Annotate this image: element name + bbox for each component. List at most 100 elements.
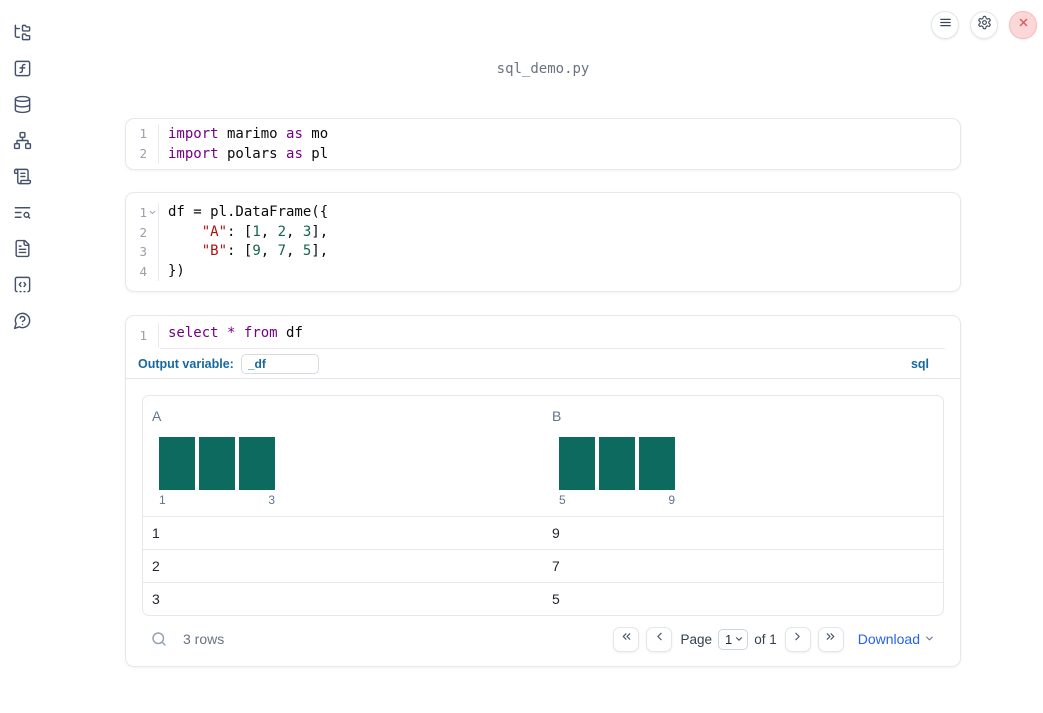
prev-page-button[interactable]	[646, 626, 673, 652]
gutter: 1	[126, 323, 159, 348]
function-square-icon[interactable]	[13, 59, 32, 78]
code-token: select	[168, 325, 219, 341]
code-token: 9	[252, 243, 261, 259]
histogram-bar	[239, 437, 275, 490]
table-row: 2 7	[143, 549, 943, 582]
row-count: 3 rows	[183, 631, 225, 647]
code-token: })	[168, 262, 185, 279]
code-token: : [	[227, 223, 253, 240]
table-row: 1 9	[143, 516, 943, 549]
line-number: 2	[139, 146, 147, 161]
code-token: ],	[311, 223, 329, 240]
column-histogram: 59	[559, 437, 675, 507]
code-token: ],	[311, 243, 329, 259]
cell-value: 9	[552, 525, 560, 541]
notebook-title[interactable]: sql_demo.py	[125, 61, 961, 77]
settings-button[interactable]	[970, 11, 998, 39]
helper-panel-sidebar	[0, 0, 44, 713]
sql-editor[interactable]: 1 select * from df	[126, 316, 960, 348]
menu-button[interactable]	[931, 11, 959, 39]
column-header-b: B 59	[543, 396, 943, 516]
next-page-button[interactable]	[784, 626, 811, 652]
cell-value: 3	[152, 591, 160, 607]
column-name[interactable]: B	[552, 408, 561, 424]
code-token: from	[243, 325, 278, 341]
folder-tree-icon[interactable]	[13, 23, 32, 42]
fold-chevron-icon[interactable]	[147, 207, 158, 219]
close-icon	[1016, 15, 1031, 35]
language-badge[interactable]: sql	[911, 357, 929, 371]
line-number: 1	[139, 205, 147, 220]
code-token: 7	[277, 243, 287, 259]
chevrons-right-icon	[824, 630, 837, 648]
sql-cell-footer: Output variable: sql	[126, 349, 960, 379]
code-line: 1 import marimo as mo	[126, 124, 960, 144]
gear-icon	[977, 15, 992, 35]
cell-output: A 13 B 59 1 9 2 7 3 5 3 rows Page 1 of 1…	[126, 379, 960, 656]
code-token: ,	[286, 223, 303, 240]
code-text: df = pl.DataFrame({	[159, 203, 328, 223]
pagination: Page 1 of 1 Download	[613, 626, 944, 652]
code-text: "A": [1, 2, 3],	[159, 223, 328, 243]
histogram-bar	[559, 437, 595, 490]
code-token: df = pl.DataFrame({	[168, 204, 329, 220]
page-select[interactable]: 1	[717, 628, 749, 650]
page-of-label: of 1	[754, 631, 777, 647]
first-page-button[interactable]	[613, 626, 640, 652]
chevron-down-icon	[734, 632, 744, 647]
histogram-bar	[159, 437, 195, 490]
code-text: import marimo as mo	[159, 124, 328, 144]
gutter: 2	[126, 222, 159, 242]
file-text-icon[interactable]	[13, 239, 32, 258]
code-token: as	[286, 146, 303, 162]
column-header-a: A 13	[143, 396, 543, 516]
code-square-icon[interactable]	[13, 275, 32, 294]
code-line: 1 df = pl.DataFrame({	[126, 203, 960, 223]
code-line: 2 "A": [1, 2, 3],	[126, 222, 960, 243]
code-token: import	[168, 146, 219, 162]
page-label: Page	[680, 631, 712, 647]
chevron-left-icon	[653, 630, 666, 648]
chevron-down-icon	[924, 631, 935, 647]
line-number: 2	[139, 224, 147, 240]
code-token: polars	[218, 146, 287, 162]
table-footer: 3 rows Page 1 of 1 Download	[142, 622, 944, 656]
code-cell-imports[interactable]: 1 import marimo as mo 2 import polars as…	[125, 118, 961, 170]
code-line: 4 })	[126, 261, 960, 281]
code-line: 2 import polars as pl	[126, 144, 960, 164]
output-variable-input[interactable]	[240, 353, 319, 374]
last-page-button[interactable]	[817, 626, 844, 652]
code-token: "A"	[201, 223, 228, 240]
output-variable-label: Output variable:	[138, 356, 234, 371]
code-text: "B": [9, 7, 5],	[159, 242, 328, 262]
page-value: 1	[724, 631, 733, 647]
message-question-icon[interactable]	[13, 311, 32, 330]
gutter: 4	[126, 261, 159, 281]
table-row: 3 5	[143, 582, 943, 615]
code-token: df	[277, 325, 303, 341]
line-number: 1	[139, 126, 147, 141]
scroll-text-icon[interactable]	[13, 167, 32, 186]
download-button[interactable]: Download	[858, 631, 935, 647]
database-icon[interactable]	[13, 95, 32, 114]
code-token: 1	[252, 223, 261, 240]
histogram-max-label: 9	[668, 493, 675, 507]
code-cell-dataframe[interactable]: 1 df = pl.DataFrame({ 2 "A": [1, 2, 3], …	[125, 192, 961, 292]
chevron-right-icon	[791, 630, 804, 648]
sql-cell: 1 select * from df Output variable: sql …	[125, 315, 961, 667]
gutter: 2	[126, 144, 159, 164]
code-text: import polars as pl	[159, 144, 328, 164]
shutdown-button[interactable]	[1009, 11, 1037, 39]
code-token: marimo	[218, 126, 287, 142]
text-search-icon[interactable]	[13, 203, 32, 222]
line-number: 4	[139, 263, 147, 279]
notebook-actions	[931, 11, 1037, 39]
search-icon[interactable]	[150, 630, 168, 648]
network-icon[interactable]	[13, 131, 32, 150]
column-name[interactable]: A	[152, 408, 161, 424]
cell-value: 2	[152, 558, 160, 574]
histogram-max-label: 3	[268, 493, 275, 507]
histogram-min-label: 5	[559, 493, 566, 507]
